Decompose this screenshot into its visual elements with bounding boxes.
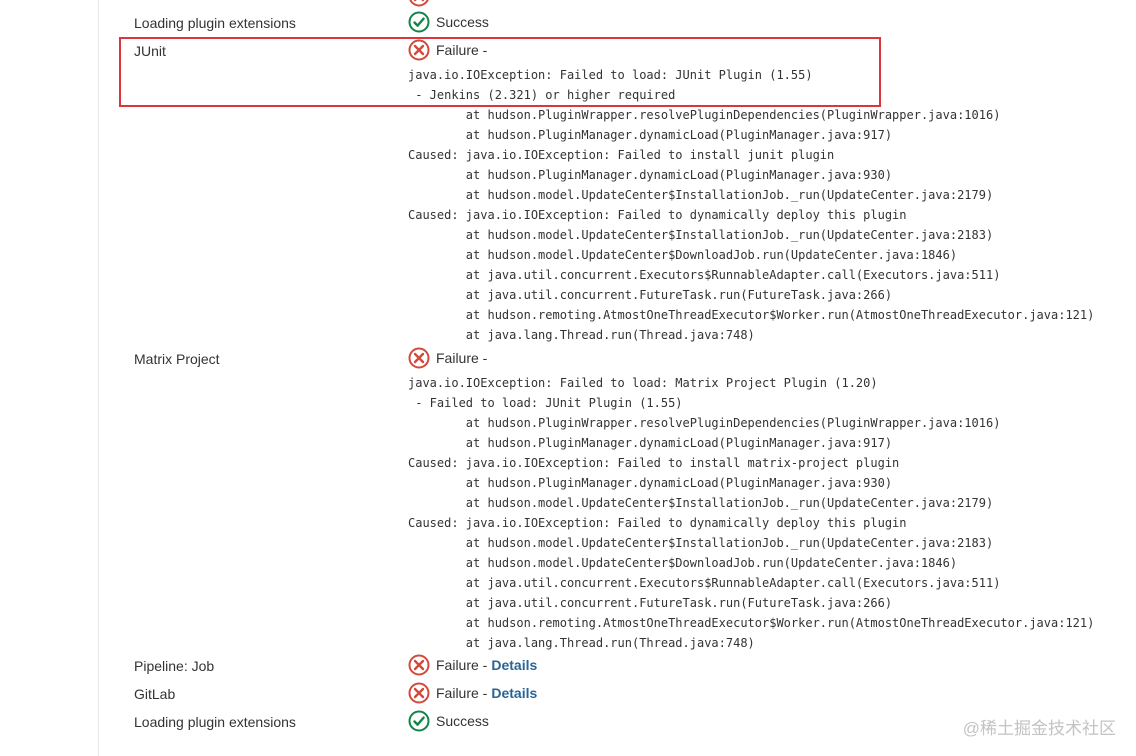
- install-status: Failure - Details: [408, 682, 537, 704]
- details-link[interactable]: Details: [491, 685, 537, 701]
- status-text: Failure -: [436, 685, 488, 701]
- success-icon: [408, 11, 430, 33]
- watermark: @稀土掘金技术社区: [962, 719, 1116, 738]
- content-left-border: [98, 0, 99, 756]
- install-status: Failure - java.io.IOException: Failed to…: [408, 347, 1094, 653]
- details-link[interactable]: Details: [491, 657, 537, 673]
- plugin-name: Loading plugin extensions: [134, 15, 296, 31]
- plugin-name: Pipeline: Job: [134, 658, 215, 674]
- annotation-highlight-box: [119, 37, 881, 107]
- failure-icon: [408, 682, 430, 704]
- status-text: Success: [436, 14, 489, 30]
- error-stack-trace: java.io.IOException: Failed to load: JUn…: [408, 68, 1095, 342]
- status-text: Failure -: [436, 657, 488, 673]
- status-text: Success: [436, 713, 489, 729]
- success-icon: [408, 710, 430, 732]
- failure-icon: [408, 347, 430, 369]
- status-text: Failure -: [436, 350, 488, 366]
- install-status: Failure - Details: [408, 654, 537, 676]
- error-stack-trace: java.io.IOException: Failed to load: Mat…: [408, 376, 1095, 650]
- plugin-name: Matrix Project: [134, 351, 220, 367]
- plugin-name: Loading plugin extensions: [134, 714, 296, 730]
- plugin-name: GitLab: [134, 686, 176, 702]
- install-status: Success: [408, 11, 489, 33]
- install-status: Success: [408, 710, 489, 732]
- failure-icon: [408, 654, 430, 676]
